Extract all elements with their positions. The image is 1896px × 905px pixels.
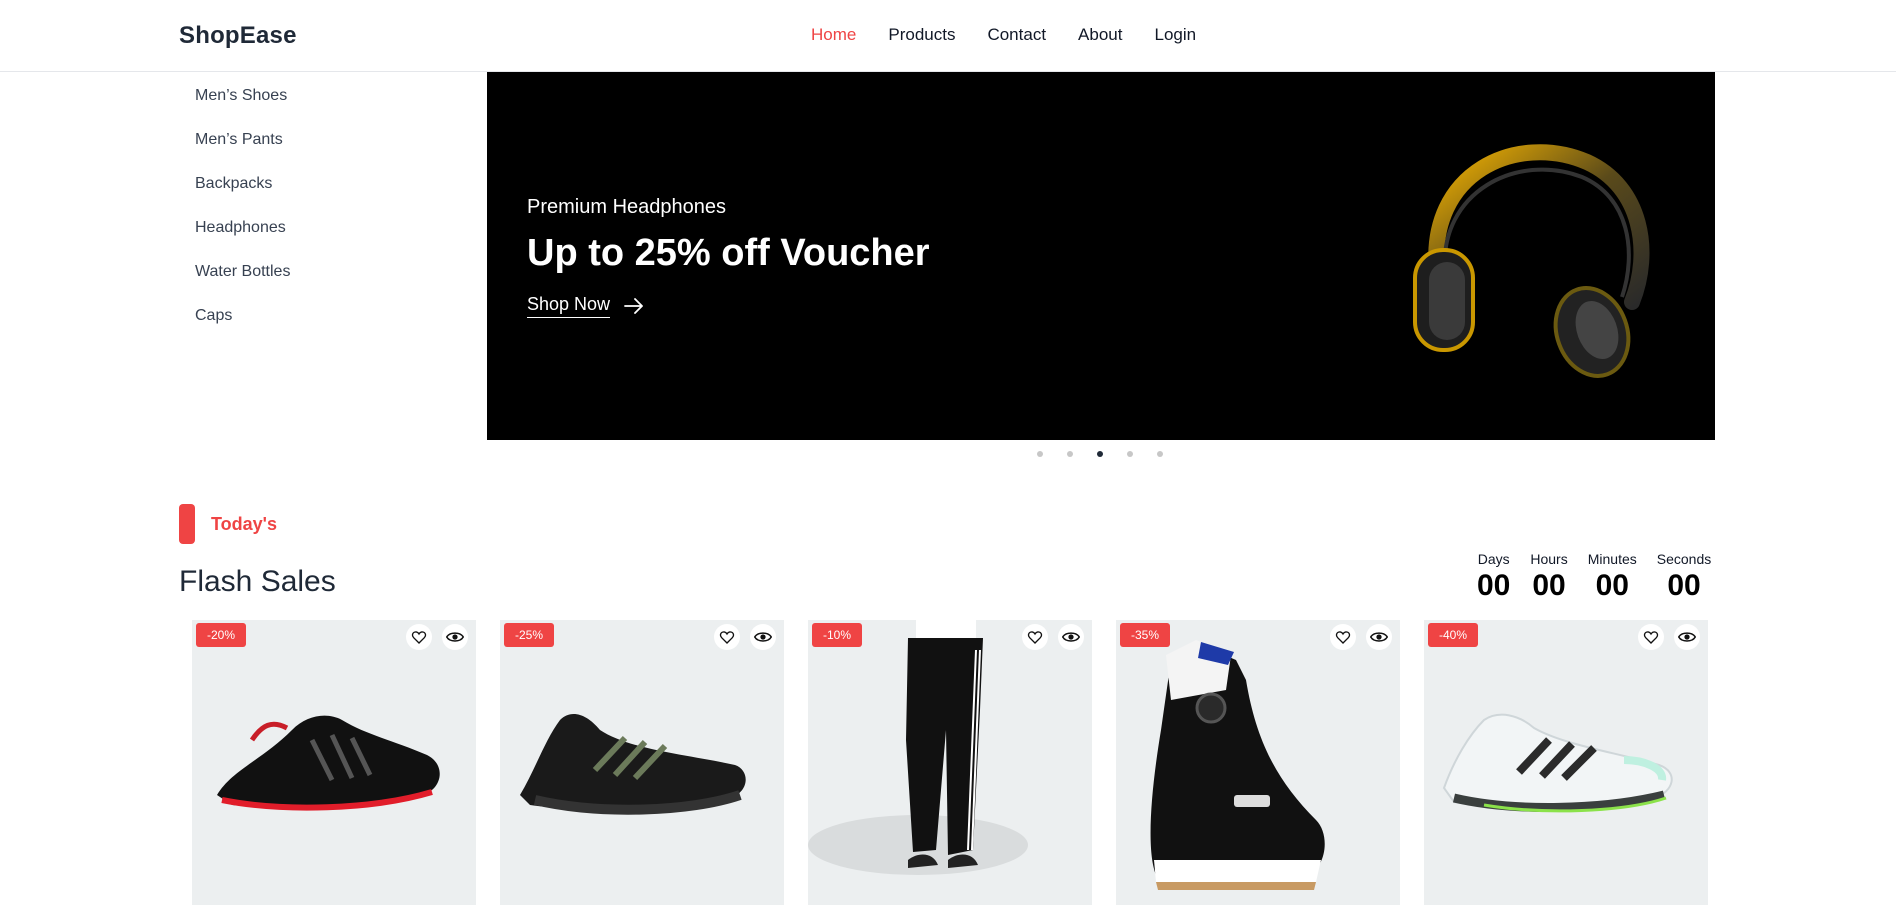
product-card[interactable]: -20% <box>192 620 476 905</box>
eye-icon <box>1678 632 1696 642</box>
black-red-sneaker-image <box>217 715 440 811</box>
eye-icon <box>754 632 772 642</box>
countdown-hours: Hours 00 <box>1530 551 1567 603</box>
category-headphones[interactable]: Headphones <box>195 216 290 260</box>
discount-badge: -20% <box>196 623 247 647</box>
slider-dot-2[interactable] <box>1067 451 1073 457</box>
category-water-bottles[interactable]: Water Bottles <box>195 260 290 304</box>
category-caps[interactable]: Caps <box>195 304 290 348</box>
card-actions <box>714 624 776 650</box>
countdown-label: Seconds <box>1656 551 1712 567</box>
discount-badge: -25% <box>504 623 555 647</box>
slider-dot-1[interactable] <box>1037 451 1043 457</box>
slider-dot-4[interactable] <box>1127 451 1133 457</box>
countdown-value: 00 <box>1532 569 1566 602</box>
wishlist-button[interactable] <box>1638 624 1664 650</box>
heart-icon <box>1335 631 1351 644</box>
flash-sale-countdown: Days 00 Hours 00 Minutes 00 Seconds 00 <box>1477 551 1711 603</box>
quick-view-button[interactable] <box>1366 624 1392 650</box>
nav-home[interactable]: Home <box>811 25 856 45</box>
wishlist-button[interactable] <box>406 624 432 650</box>
wishlist-button[interactable] <box>714 624 740 650</box>
nav-products[interactable]: Products <box>888 25 955 45</box>
white-sneaker-image <box>1442 713 1673 813</box>
snowboard-boot-image <box>1150 640 1325 890</box>
eye-icon <box>1062 632 1080 642</box>
category-sidebar: Men’s Shoes Men’s Pants Backpacks Headph… <box>195 84 290 348</box>
countdown-label: Minutes <box>1587 551 1637 567</box>
category-backpacks[interactable]: Backpacks <box>195 172 290 216</box>
slider-dot-3[interactable] <box>1097 451 1103 457</box>
quick-view-button[interactable] <box>750 624 776 650</box>
product-card[interactable]: -25% <box>500 620 784 905</box>
eye-icon <box>446 632 464 642</box>
nav-login[interactable]: Login <box>1154 25 1196 45</box>
wishlist-button[interactable] <box>1330 624 1356 650</box>
product-card[interactable]: -40% <box>1424 620 1708 905</box>
shop-now-label: Shop Now <box>527 294 611 318</box>
category-mens-shoes[interactable]: Men’s Shoes <box>195 84 290 128</box>
product-list: -20% -25% -10% -35% -40% <box>192 620 1708 905</box>
countdown-label: Days <box>1477 551 1510 567</box>
countdown-minutes: Minutes 00 <box>1588 551 1637 603</box>
countdown-value: 00 <box>1667 569 1701 602</box>
shop-now-link[interactable]: Shop Now <box>527 294 644 318</box>
section-tag: Today's <box>211 514 277 534</box>
heart-icon <box>411 631 427 644</box>
section-tag-marker <box>179 504 195 544</box>
headphones-image <box>1413 144 1650 378</box>
hero-banner: Premium Headphones Up to 25% off Voucher… <box>487 72 1715 440</box>
nav-about[interactable]: About <box>1078 25 1122 45</box>
countdown-value: 00 <box>1595 569 1629 602</box>
hero-title: Up to 25% off Voucher <box>527 232 930 274</box>
quick-view-button[interactable] <box>1674 624 1700 650</box>
heart-icon <box>1027 631 1043 644</box>
slider-dots <box>1037 451 1163 457</box>
site-header: ShopEase Home Products Contact About Log… <box>0 0 1896 72</box>
nav-contact[interactable]: Contact <box>987 25 1046 45</box>
black-sneaker-image <box>520 714 746 815</box>
product-card[interactable]: -10% <box>808 620 1092 905</box>
card-actions <box>1330 624 1392 650</box>
product-card[interactable]: -35% <box>1116 620 1400 905</box>
heart-icon <box>1643 631 1659 644</box>
countdown-label: Hours <box>1530 551 1568 567</box>
card-actions <box>1638 624 1700 650</box>
card-actions <box>406 624 468 650</box>
discount-badge: -35% <box>1120 623 1171 647</box>
slider-dot-5[interactable] <box>1157 451 1163 457</box>
section-title: Flash Sales <box>179 565 336 598</box>
track-pants-image <box>808 620 1028 875</box>
category-mens-pants[interactable]: Men’s Pants <box>195 128 290 172</box>
discount-badge: -40% <box>1428 623 1479 647</box>
quick-view-button[interactable] <box>1058 624 1084 650</box>
card-actions <box>1022 624 1084 650</box>
discount-badge: -10% <box>812 623 863 647</box>
arrow-right-icon <box>624 298 643 314</box>
hero-subtitle: Premium Headphones <box>527 196 726 218</box>
countdown-seconds: Seconds 00 <box>1657 551 1711 603</box>
brand-logo[interactable]: ShopEase <box>179 22 297 50</box>
main-nav: Home Products Contact About Login <box>811 25 1196 45</box>
heart-icon <box>719 631 735 644</box>
countdown-value: 00 <box>1477 569 1511 602</box>
quick-view-button[interactable] <box>442 624 468 650</box>
eye-icon <box>1370 632 1388 642</box>
wishlist-button[interactable] <box>1022 624 1048 650</box>
countdown-days: Days 00 <box>1477 551 1510 603</box>
